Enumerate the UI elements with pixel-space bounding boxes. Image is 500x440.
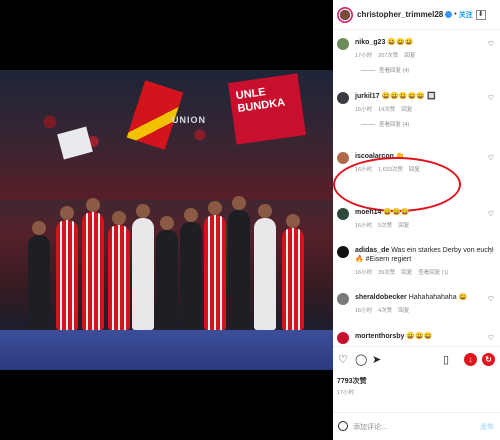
- view-replies-button[interactable]: 查看回复 (1): [418, 270, 448, 276]
- download-circle-icon[interactable]: ↓: [464, 353, 477, 366]
- heart-icon[interactable]: ♡: [338, 354, 348, 366]
- player: [82, 198, 104, 330]
- add-comment-bar: 添加评论... 发布: [333, 412, 500, 440]
- player: [156, 216, 178, 330]
- comment-time: 16小时: [355, 223, 373, 229]
- comment-time: 16小时: [355, 270, 373, 276]
- comment-user[interactable]: jurkil17: [355, 93, 380, 100]
- avatar[interactable]: [337, 92, 349, 104]
- reply-button[interactable]: 回复: [404, 53, 415, 59]
- comment-user[interactable]: mortenthorsby: [355, 333, 404, 340]
- player: [204, 201, 226, 330]
- heart-icon[interactable]: ♡: [488, 210, 494, 218]
- fan-banner: UNLE BUNDKA: [228, 73, 306, 145]
- comment-likes[interactable]: 14次赞: [378, 107, 395, 113]
- comment-text: Hahahahahaha 😀: [408, 294, 468, 301]
- avatar[interactable]: [337, 246, 349, 258]
- comment-icon[interactable]: ◯: [355, 354, 367, 366]
- heart-icon[interactable]: ♡: [488, 295, 494, 303]
- comment-item: jurkil17 😀😀😀😀😀 🔲 16小时 14次赞 回复 查看回复 (4) ♡: [337, 92, 496, 128]
- comment-time: 17小时: [355, 53, 373, 59]
- player: [228, 196, 250, 330]
- stadium-sign: UNION: [172, 115, 206, 125]
- comment-text: 😀😀😀: [406, 333, 433, 340]
- comment-text: 😀😀😀: [387, 39, 414, 46]
- comment-user[interactable]: moeh14: [355, 209, 381, 216]
- heart-icon[interactable]: ♡: [488, 334, 494, 342]
- comment-text: 😀😀😀: [383, 209, 410, 216]
- view-replies-button[interactable]: 查看回复 (4): [361, 120, 496, 128]
- player: [180, 208, 202, 330]
- avatar[interactable]: [337, 332, 349, 344]
- comment-item: mortenthorsby 😀😀😀 ♡: [337, 332, 496, 344]
- comment-user[interactable]: sheraldobecker: [355, 294, 407, 301]
- comment-time: 16小时: [355, 308, 373, 314]
- avatar[interactable]: [337, 208, 349, 220]
- separator-dot: •: [454, 11, 457, 18]
- heart-icon[interactable]: ♡: [488, 40, 494, 48]
- action-bar: ♡ ◯ ➤ ▯ ↓ ↻: [333, 346, 500, 372]
- comment-likes[interactable]: 4次赞: [378, 308, 392, 314]
- post-button[interactable]: 发布: [480, 422, 494, 432]
- comment-list[interactable]: niko_g23 😀😀😀 17小时 207次赞 回复 查看回复 (4) ♡ jurk…: [333, 30, 500, 346]
- team-group: [20, 180, 320, 330]
- comment-likes[interactable]: 5次赞: [378, 223, 392, 229]
- bookmark-icon[interactable]: ▯: [443, 354, 449, 366]
- avatar[interactable]: [337, 6, 353, 23]
- avatar[interactable]: [337, 38, 349, 50]
- follow-button[interactable]: 关注: [459, 10, 473, 20]
- post-time: 17小时: [337, 390, 355, 396]
- download-icon[interactable]: ⬇: [475, 9, 486, 20]
- avatar[interactable]: [337, 293, 349, 305]
- post-username[interactable]: christopher_trimmel28: [357, 10, 443, 19]
- share-icon[interactable]: ➤: [372, 354, 381, 366]
- comment-likes[interactable]: 39次赞: [378, 270, 395, 276]
- heart-icon[interactable]: ♡: [488, 94, 494, 102]
- heart-icon[interactable]: ♡: [488, 248, 494, 256]
- like-count[interactable]: 7793次赞: [337, 376, 367, 386]
- player: [132, 204, 154, 330]
- reply-button[interactable]: 回复: [401, 107, 412, 113]
- post-photo[interactable]: UNION UNLE BUNDKA: [0, 70, 333, 370]
- media-area: UNION UNLE BUNDKA: [0, 0, 333, 440]
- comment-input[interactable]: 添加评论...: [353, 422, 387, 432]
- player: [108, 211, 130, 330]
- player: [254, 204, 276, 330]
- pitch: [0, 330, 333, 370]
- player: [56, 206, 78, 330]
- verified-icon: [445, 11, 453, 18]
- avatar[interactable]: [337, 152, 349, 164]
- comment-item: adidas_de Was ein starkes Derby von euch…: [337, 246, 496, 276]
- player: [28, 221, 50, 330]
- post-panel: christopher_trimmel28 • 关注 ⬇ niko_g23 😀😀…: [333, 0, 500, 440]
- view-replies-button[interactable]: 查看回复 (4): [361, 66, 496, 74]
- highlight-annotation: [333, 157, 461, 212]
- emoji-icon[interactable]: [338, 421, 348, 431]
- comment-user[interactable]: niko_g23: [355, 39, 385, 46]
- heart-icon[interactable]: ♡: [488, 154, 494, 162]
- refresh-circle-icon[interactable]: ↻: [482, 353, 495, 366]
- reply-button[interactable]: 回复: [398, 308, 409, 314]
- comment-item: moeh14 😀😀😀 16小时 5次赞 回复 ♡: [337, 208, 496, 229]
- comment-item: sheraldobecker Hahahahahaha 😀 16小时 4次赞 回复 …: [337, 293, 496, 314]
- comment-user[interactable]: adidas_de: [355, 247, 389, 254]
- post-header: christopher_trimmel28 • 关注 ⬇: [333, 0, 500, 30]
- reply-button[interactable]: 回复: [398, 223, 409, 229]
- player: [282, 214, 304, 330]
- comment-time: 16小时: [355, 107, 373, 113]
- reply-button[interactable]: 回复: [401, 270, 412, 276]
- screen: UNION UNLE BUNDKA christopher_trimmel28 …: [0, 0, 500, 440]
- comment-text: 😀😀😀😀😀 🔲: [381, 93, 436, 100]
- comment-item: niko_g23 😀😀😀 17小时 207次赞 回复 查看回复 (4) ♡: [337, 38, 496, 74]
- comment-likes[interactable]: 207次赞: [378, 53, 398, 59]
